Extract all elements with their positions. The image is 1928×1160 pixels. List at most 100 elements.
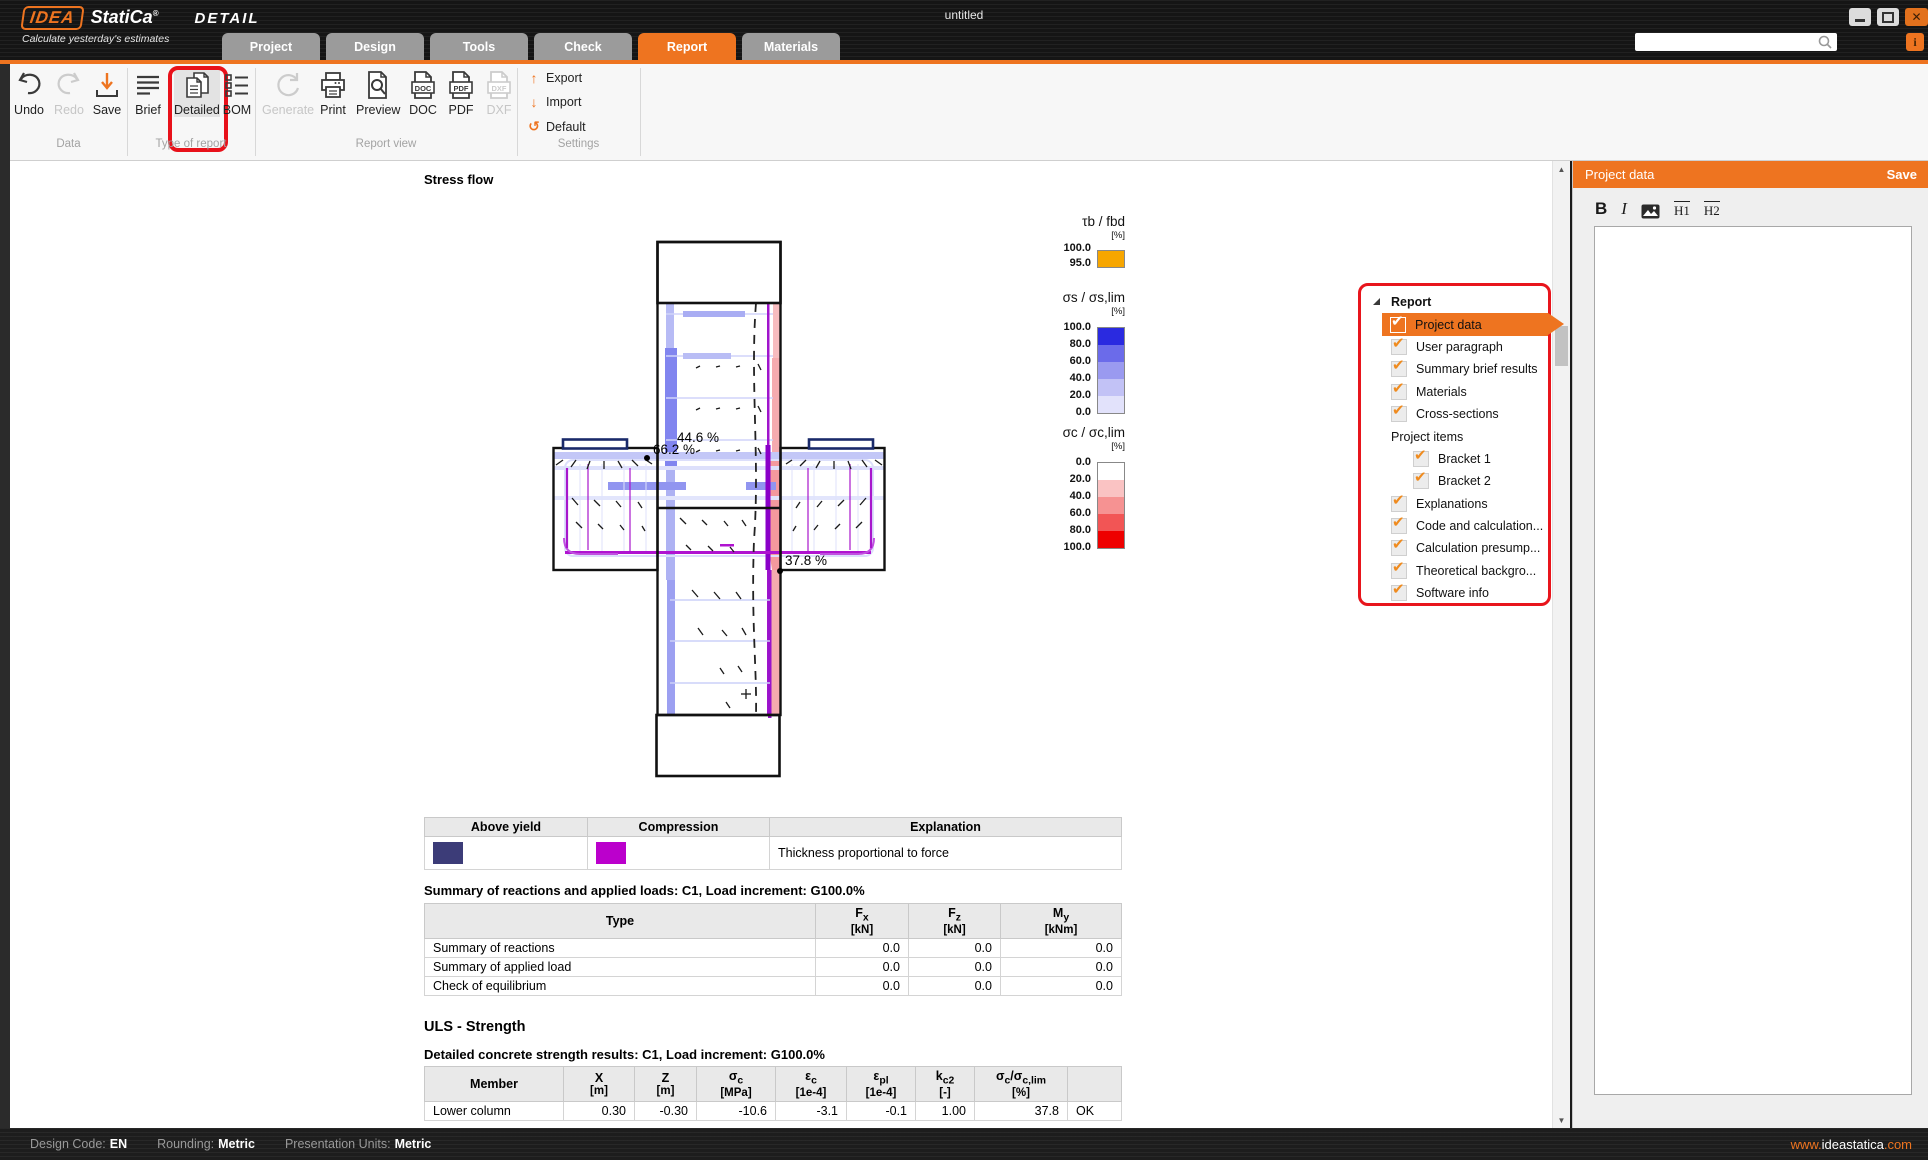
- col-sigma-c: σc[MPa]: [697, 1067, 776, 1102]
- insert-image-button[interactable]: [1641, 204, 1660, 219]
- tree-item-software-info[interactable]: ✔ Software info: [1361, 582, 1548, 604]
- checkbox[interactable]: ✔: [1390, 317, 1406, 333]
- save-icon: [92, 70, 122, 100]
- heading2-button[interactable]: H2: [1704, 201, 1720, 219]
- doc-file-icon: DOC: [408, 70, 438, 100]
- stress-flow-diagram: 44.6 % 66.2 % 37.8 %: [430, 200, 1000, 800]
- col-fz: Fz[kN]: [909, 904, 1001, 939]
- tie-highlight: [746, 482, 776, 490]
- col-status: [1068, 1067, 1122, 1102]
- ribbon-group-view: Report view: [255, 138, 517, 150]
- tree-item-code-and-calculation[interactable]: ✔ Code and calculation...: [1361, 515, 1548, 537]
- heading1-button[interactable]: H1: [1674, 201, 1690, 219]
- ribbon: Undo Redo Save Data: [0, 64, 1928, 161]
- print-button[interactable]: Print: [318, 70, 348, 117]
- scroll-up-arrow[interactable]: ▲: [1553, 161, 1570, 177]
- tree-item-bracket-2[interactable]: ✔ Bracket 2: [1361, 470, 1548, 492]
- window-edge: [0, 64, 10, 1128]
- import-button[interactable]: ↓ Import: [528, 94, 581, 110]
- tab-tools[interactable]: Tools: [430, 33, 528, 60]
- checkbox[interactable]: ✔: [1391, 384, 1407, 400]
- legend-sigmac-title: σc / σc,lim: [1030, 425, 1125, 440]
- bom-button[interactable]: BOM: [222, 70, 252, 117]
- stress-flow-title: Stress flow: [424, 172, 493, 187]
- checkbox[interactable]: ✔: [1391, 563, 1407, 579]
- stirrup-highlight: [683, 311, 745, 317]
- export-button[interactable]: ↑ Export: [528, 70, 582, 86]
- app-window: IDEA StatiCa® DETAIL Calculate yesterday…: [0, 0, 1928, 1160]
- brief-button[interactable]: Brief: [133, 70, 163, 117]
- checkbox[interactable]: ✔: [1413, 451, 1429, 467]
- checkbox[interactable]: ✔: [1391, 518, 1407, 534]
- checkbox[interactable]: ✔: [1391, 585, 1407, 601]
- maximize-button[interactable]: [1877, 8, 1899, 26]
- maximize-icon: [1882, 12, 1894, 23]
- col-ratio: σc/σc,lim[%]: [975, 1067, 1068, 1102]
- default-button[interactable]: ↺ Default: [528, 118, 586, 135]
- legend-sigmac-scale: 0.0 20.0 40.0 60.0 80.0 100.0: [1030, 456, 1125, 546]
- tree-item-user-paragraph[interactable]: ✔ User paragraph: [1361, 336, 1548, 358]
- checkbox[interactable]: ✔: [1413, 473, 1429, 489]
- ribbon-group-data: Data: [10, 138, 127, 150]
- ribbon-group-settings: Settings: [517, 138, 640, 150]
- tree-item-bracket-1[interactable]: ✔ Bracket 1: [1361, 448, 1548, 470]
- stirrup-highlight: [683, 353, 731, 359]
- italic-button[interactable]: I: [1621, 199, 1627, 219]
- tree-item-explanations[interactable]: ✔ Explanations: [1361, 493, 1548, 515]
- checkbox[interactable]: ✔: [1391, 339, 1407, 355]
- stress-flow-ticks: [556, 364, 882, 708]
- minimize-button[interactable]: [1849, 8, 1871, 26]
- project-data-textarea[interactable]: [1594, 226, 1912, 1095]
- scroll-down-arrow[interactable]: ▼: [1553, 1112, 1570, 1128]
- col-member: Member: [425, 1067, 564, 1102]
- bom-icon: [222, 70, 252, 100]
- website-link[interactable]: www.ideastatica.com: [1791, 1137, 1912, 1152]
- tree-item-cross-sections[interactable]: ✔ Cross-sections: [1361, 403, 1548, 425]
- minimize-icon: [1855, 19, 1865, 22]
- report-canvas[interactable]: Stress flow: [10, 161, 1552, 1128]
- undo-button[interactable]: Undo: [14, 70, 44, 117]
- print-icon: [318, 70, 348, 100]
- info-button[interactable]: i: [1906, 33, 1924, 51]
- checkbox[interactable]: ✔: [1391, 361, 1407, 377]
- flow-legend-table: Above yield Compression Explanation Thic…: [424, 817, 1122, 870]
- preview-button[interactable]: Preview: [356, 70, 400, 117]
- window-title: untitled: [0, 8, 1928, 22]
- above-yield-swatch: [433, 842, 463, 864]
- generate-button: Generate: [262, 70, 314, 117]
- expander-icon[interactable]: [1373, 298, 1380, 305]
- detailed-button[interactable]: Detailed: [174, 70, 220, 117]
- tree-item-summary-brief-results[interactable]: ✔ Summary brief results: [1361, 358, 1548, 380]
- checkbox[interactable]: ✔: [1391, 496, 1407, 512]
- save-button[interactable]: Save: [92, 70, 122, 117]
- preview-icon: [363, 70, 393, 100]
- tab-materials[interactable]: Materials: [742, 33, 840, 60]
- legend-tau-swatch: [1097, 250, 1125, 268]
- tree-item-calculation-presumptions[interactable]: ✔ Calculation presump...: [1361, 537, 1548, 559]
- search-icon: [1818, 35, 1832, 49]
- col-eps-c: εc[1e-4]: [776, 1067, 847, 1102]
- tab-check[interactable]: Check: [534, 33, 632, 60]
- tab-report[interactable]: Report: [638, 33, 736, 60]
- detailed-icon: [182, 70, 212, 100]
- tree-item-project-data[interactable]: ✔ Project data: [1382, 313, 1548, 335]
- tab-project[interactable]: Project: [222, 33, 320, 60]
- pdf-export-button[interactable]: PDF PDF: [446, 70, 476, 117]
- col-z: Z[m]: [635, 1067, 697, 1102]
- search-input[interactable]: [1641, 34, 1818, 50]
- tab-design[interactable]: Design: [326, 33, 424, 60]
- project-data-panel: Project data Save B I H1 H2: [1572, 161, 1928, 1128]
- tree-root-report[interactable]: Report: [1361, 291, 1548, 313]
- checkbox[interactable]: ✔: [1391, 406, 1407, 422]
- col-eps-pl: εpl[1e-4]: [847, 1067, 916, 1102]
- bold-button[interactable]: B: [1595, 199, 1607, 219]
- close-button[interactable]: ✕: [1905, 8, 1928, 26]
- checkbox[interactable]: ✔: [1391, 540, 1407, 556]
- panel-save-button[interactable]: Save: [1887, 167, 1917, 182]
- doc-export-button[interactable]: DOC DOC: [408, 70, 438, 117]
- tree-item-materials[interactable]: ✔ Materials: [1361, 381, 1548, 403]
- tree-item-theoretical-background[interactable]: ✔ Theoretical backgro...: [1361, 560, 1548, 582]
- report-scrollbar[interactable]: ▲ ▼: [1552, 161, 1570, 1128]
- default-icon: ↺: [528, 118, 540, 135]
- reactions-heading: Summary of reactions and applied loads: …: [424, 883, 1122, 898]
